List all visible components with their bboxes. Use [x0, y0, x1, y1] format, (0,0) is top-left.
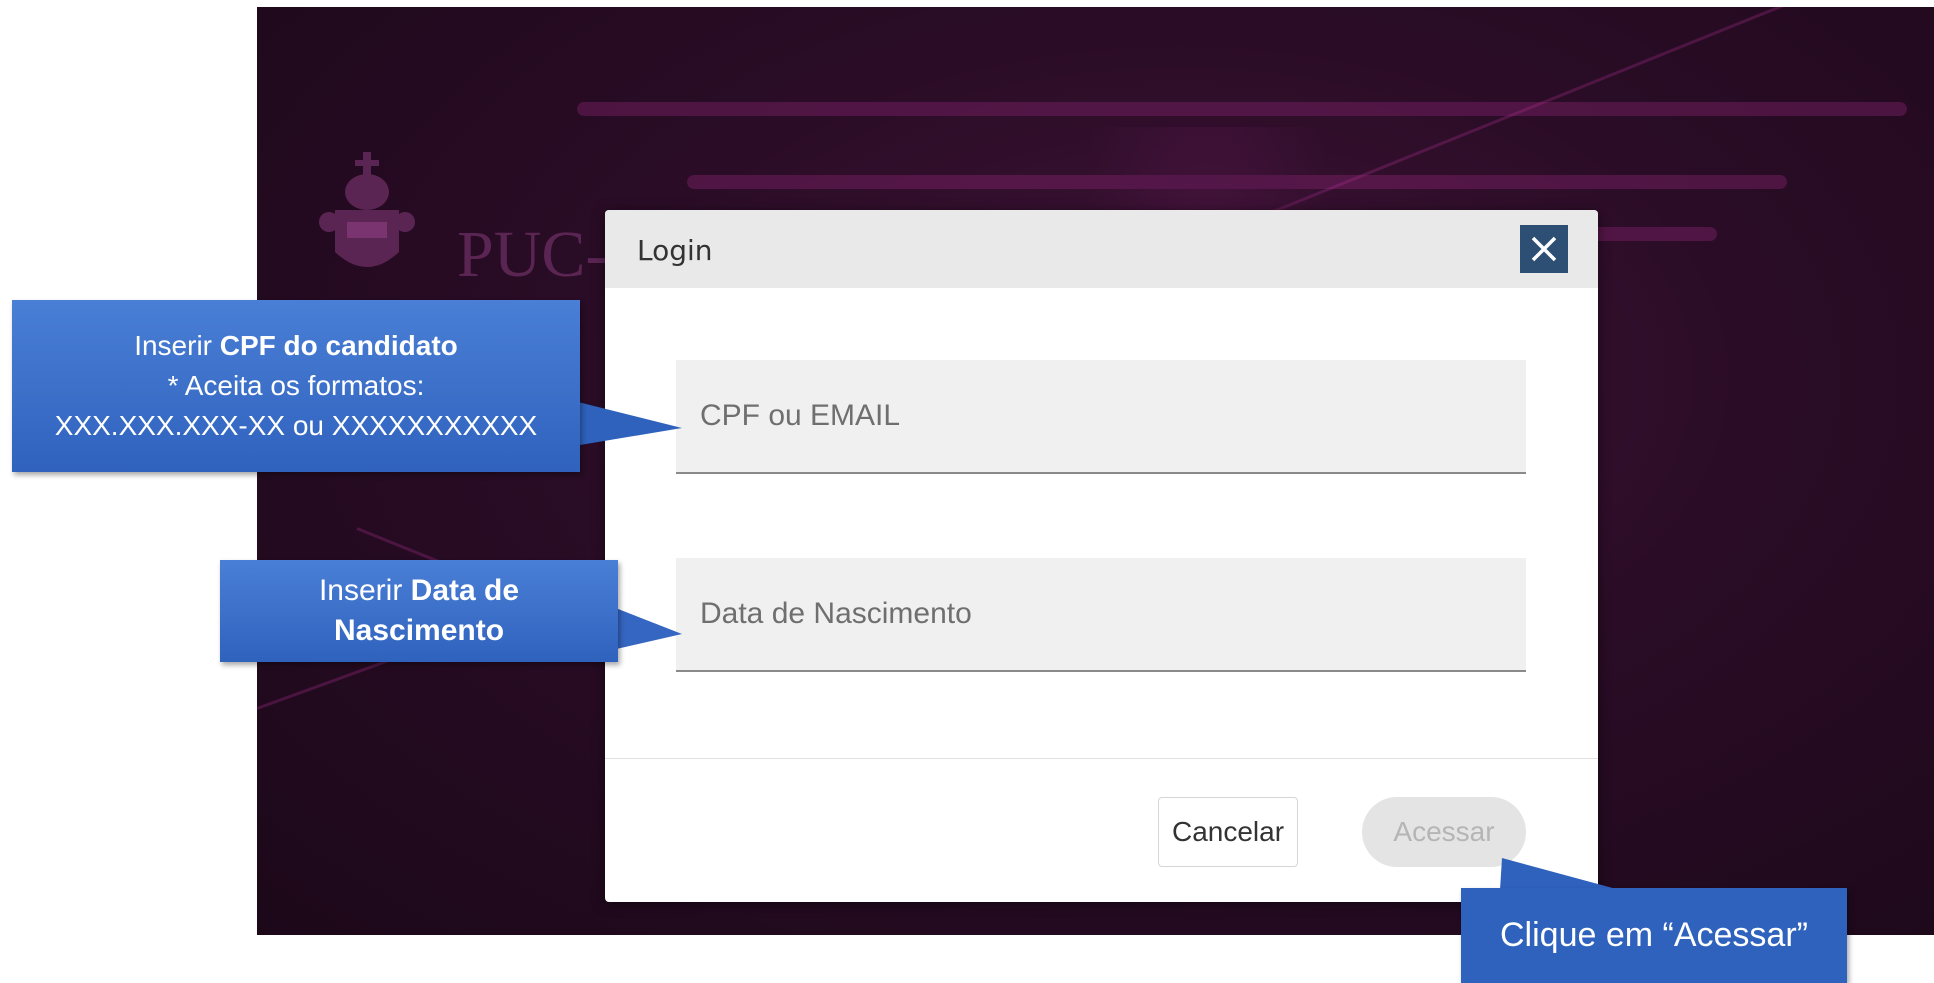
- cpf-callout-line2: * Aceita os formatos:: [167, 370, 425, 401]
- background-stripe: [577, 102, 1907, 116]
- cpf-email-input[interactable]: [676, 360, 1526, 472]
- puc-crest-icon: [319, 152, 415, 267]
- access-button[interactable]: Acessar: [1362, 797, 1526, 867]
- dialog-header: Login: [605, 210, 1598, 288]
- cpf-email-field: [676, 360, 1526, 474]
- cpf-callout-bold: CPF do candidato: [219, 330, 458, 361]
- birth-date-input[interactable]: [676, 558, 1526, 670]
- cpf-instruction-callout: Inserir CPF do candidato * Aceita os for…: [12, 300, 580, 472]
- cancel-button[interactable]: Cancelar: [1158, 797, 1298, 867]
- dialog-title: Login: [637, 234, 713, 267]
- cpf-callout-prefix: Inserir: [134, 330, 220, 361]
- cpf-callout-line1: Inserir CPF do candidato: [12, 326, 580, 366]
- birth-callout-line1: Inserir Data de: [220, 571, 618, 611]
- close-button[interactable]: [1520, 225, 1568, 273]
- birth-instruction-callout: Inserir Data de Nascimento: [220, 560, 618, 662]
- brand-text: PUC-: [457, 218, 608, 291]
- birth-callout-line2: Nascimento: [220, 611, 618, 651]
- footer-divider: [605, 758, 1598, 759]
- login-dialog: Login Cancelar Acessar: [605, 210, 1598, 902]
- birth-callout-prefix: Inserir: [318, 574, 411, 607]
- birth-callout-bold-2: Nascimento: [333, 614, 505, 647]
- cpf-callout-line3: XXX.XXX.XXX-XX ou XXXXXXXXXXX: [54, 410, 538, 441]
- birth-callout-bold: Data de: [410, 574, 520, 607]
- close-icon: [1531, 236, 1557, 262]
- birth-date-field: [676, 558, 1526, 672]
- access-instruction-callout: Clique em “Acessar”: [1461, 888, 1847, 983]
